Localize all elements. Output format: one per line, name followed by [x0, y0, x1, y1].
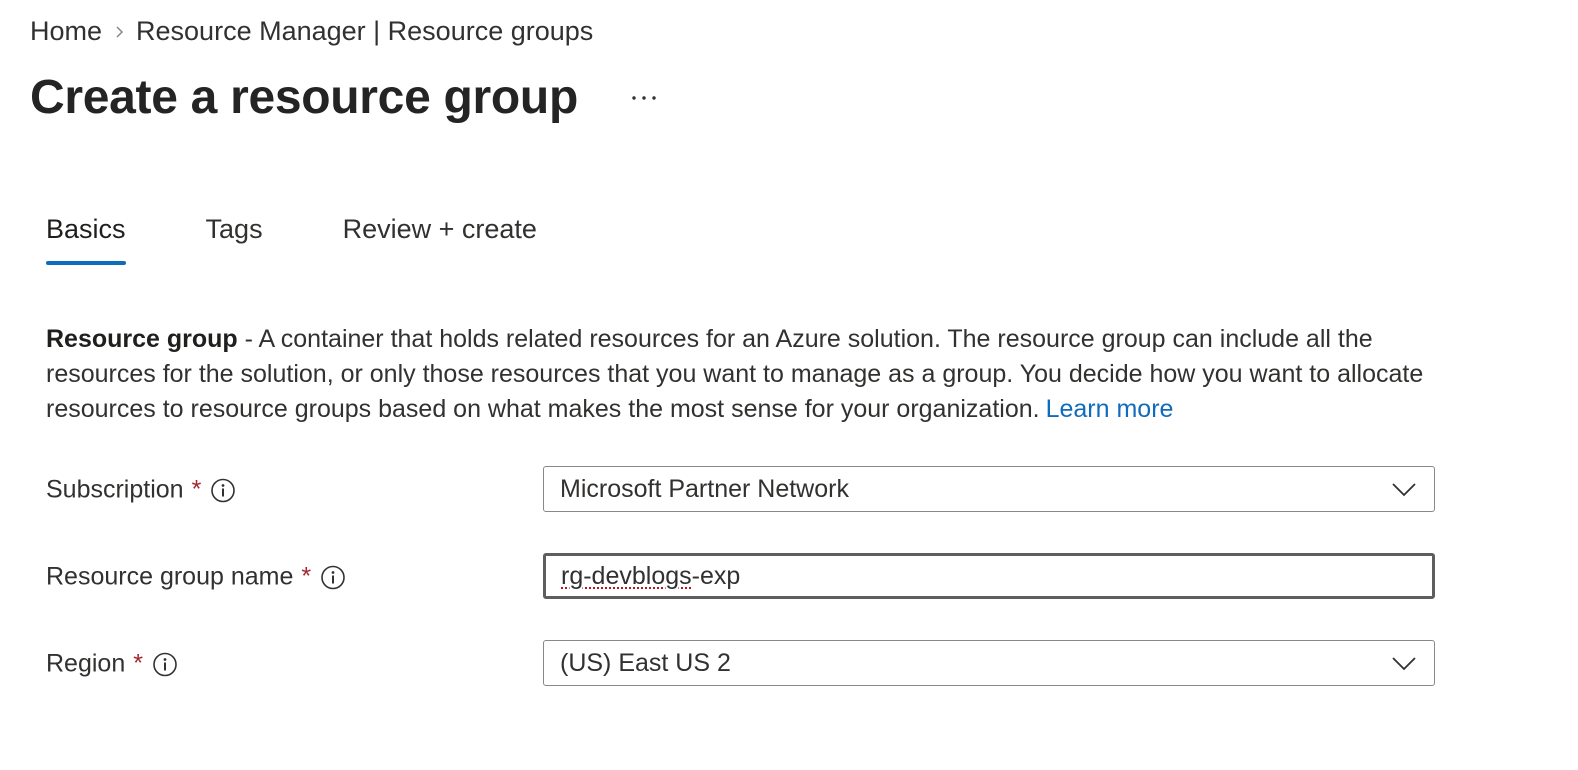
page: Home Resource Manager | Resource groups …	[0, 0, 1578, 770]
resource-group-name-label: Resource group name	[46, 562, 294, 591]
required-indicator: *	[133, 649, 143, 678]
page-title: Create a resource group	[30, 71, 578, 124]
region-selected-value: (US) East US 2	[560, 648, 731, 677]
chevron-right-icon	[102, 25, 136, 39]
more-horizontal-icon	[632, 95, 656, 100]
subscription-selected-value: Microsoft Partner Network	[560, 474, 849, 503]
description-text: - A container that holds related resourc…	[46, 325, 1424, 423]
subscription-label-group: Subscription *	[46, 476, 236, 505]
description-term: Resource group	[46, 325, 238, 353]
required-indicator: *	[191, 475, 202, 504]
resource-group-description: Resource group - A container that holds …	[46, 322, 1446, 427]
tab-tags[interactable]: Tags	[206, 214, 263, 265]
region-dropdown[interactable]: (US) East US 2	[543, 640, 1435, 686]
info-icon[interactable]	[320, 564, 346, 590]
resource-group-name-input[interactable]: rg-devblogs-exp	[543, 553, 1435, 599]
resource-group-name-value: rg-devblogs-exp	[561, 562, 1417, 591]
spellcheck-flagged-text: rg-devblogs	[561, 561, 692, 590]
resource-group-name-row: Resource group name * rg-devblogs-exp	[46, 553, 1438, 601]
chevron-down-icon	[1390, 649, 1418, 677]
subscription-dropdown[interactable]: Microsoft Partner Network	[543, 466, 1435, 512]
info-icon[interactable]	[210, 477, 236, 503]
region-row: Region * (US) East US 2	[46, 640, 1438, 688]
resource-group-name-value-suffix: -exp	[691, 561, 741, 590]
required-indicator: *	[301, 562, 312, 591]
title-row: Create a resource group	[30, 70, 664, 125]
breadcrumb: Home Resource Manager | Resource groups	[30, 16, 593, 47]
subscription-row: Subscription * Microsoft Partner Network	[46, 466, 1438, 514]
tab-basics[interactable]: Basics	[46, 214, 126, 265]
breadcrumb-home-link[interactable]: Home	[30, 16, 102, 47]
resource-group-name-label-group: Resource group name *	[46, 563, 346, 592]
breadcrumb-resource-groups-link[interactable]: Resource Manager | Resource groups	[136, 16, 593, 47]
region-label-group: Region *	[46, 650, 178, 679]
chevron-down-icon	[1390, 475, 1418, 503]
tab-review-create[interactable]: Review + create	[343, 214, 537, 265]
info-icon[interactable]	[152, 651, 178, 677]
subscription-label: Subscription	[46, 475, 184, 504]
region-label: Region	[46, 649, 126, 678]
tab-bar: Basics Tags Review + create	[46, 214, 537, 265]
more-options-button[interactable]	[624, 78, 664, 118]
learn-more-link[interactable]: Learn more	[1046, 395, 1174, 423]
